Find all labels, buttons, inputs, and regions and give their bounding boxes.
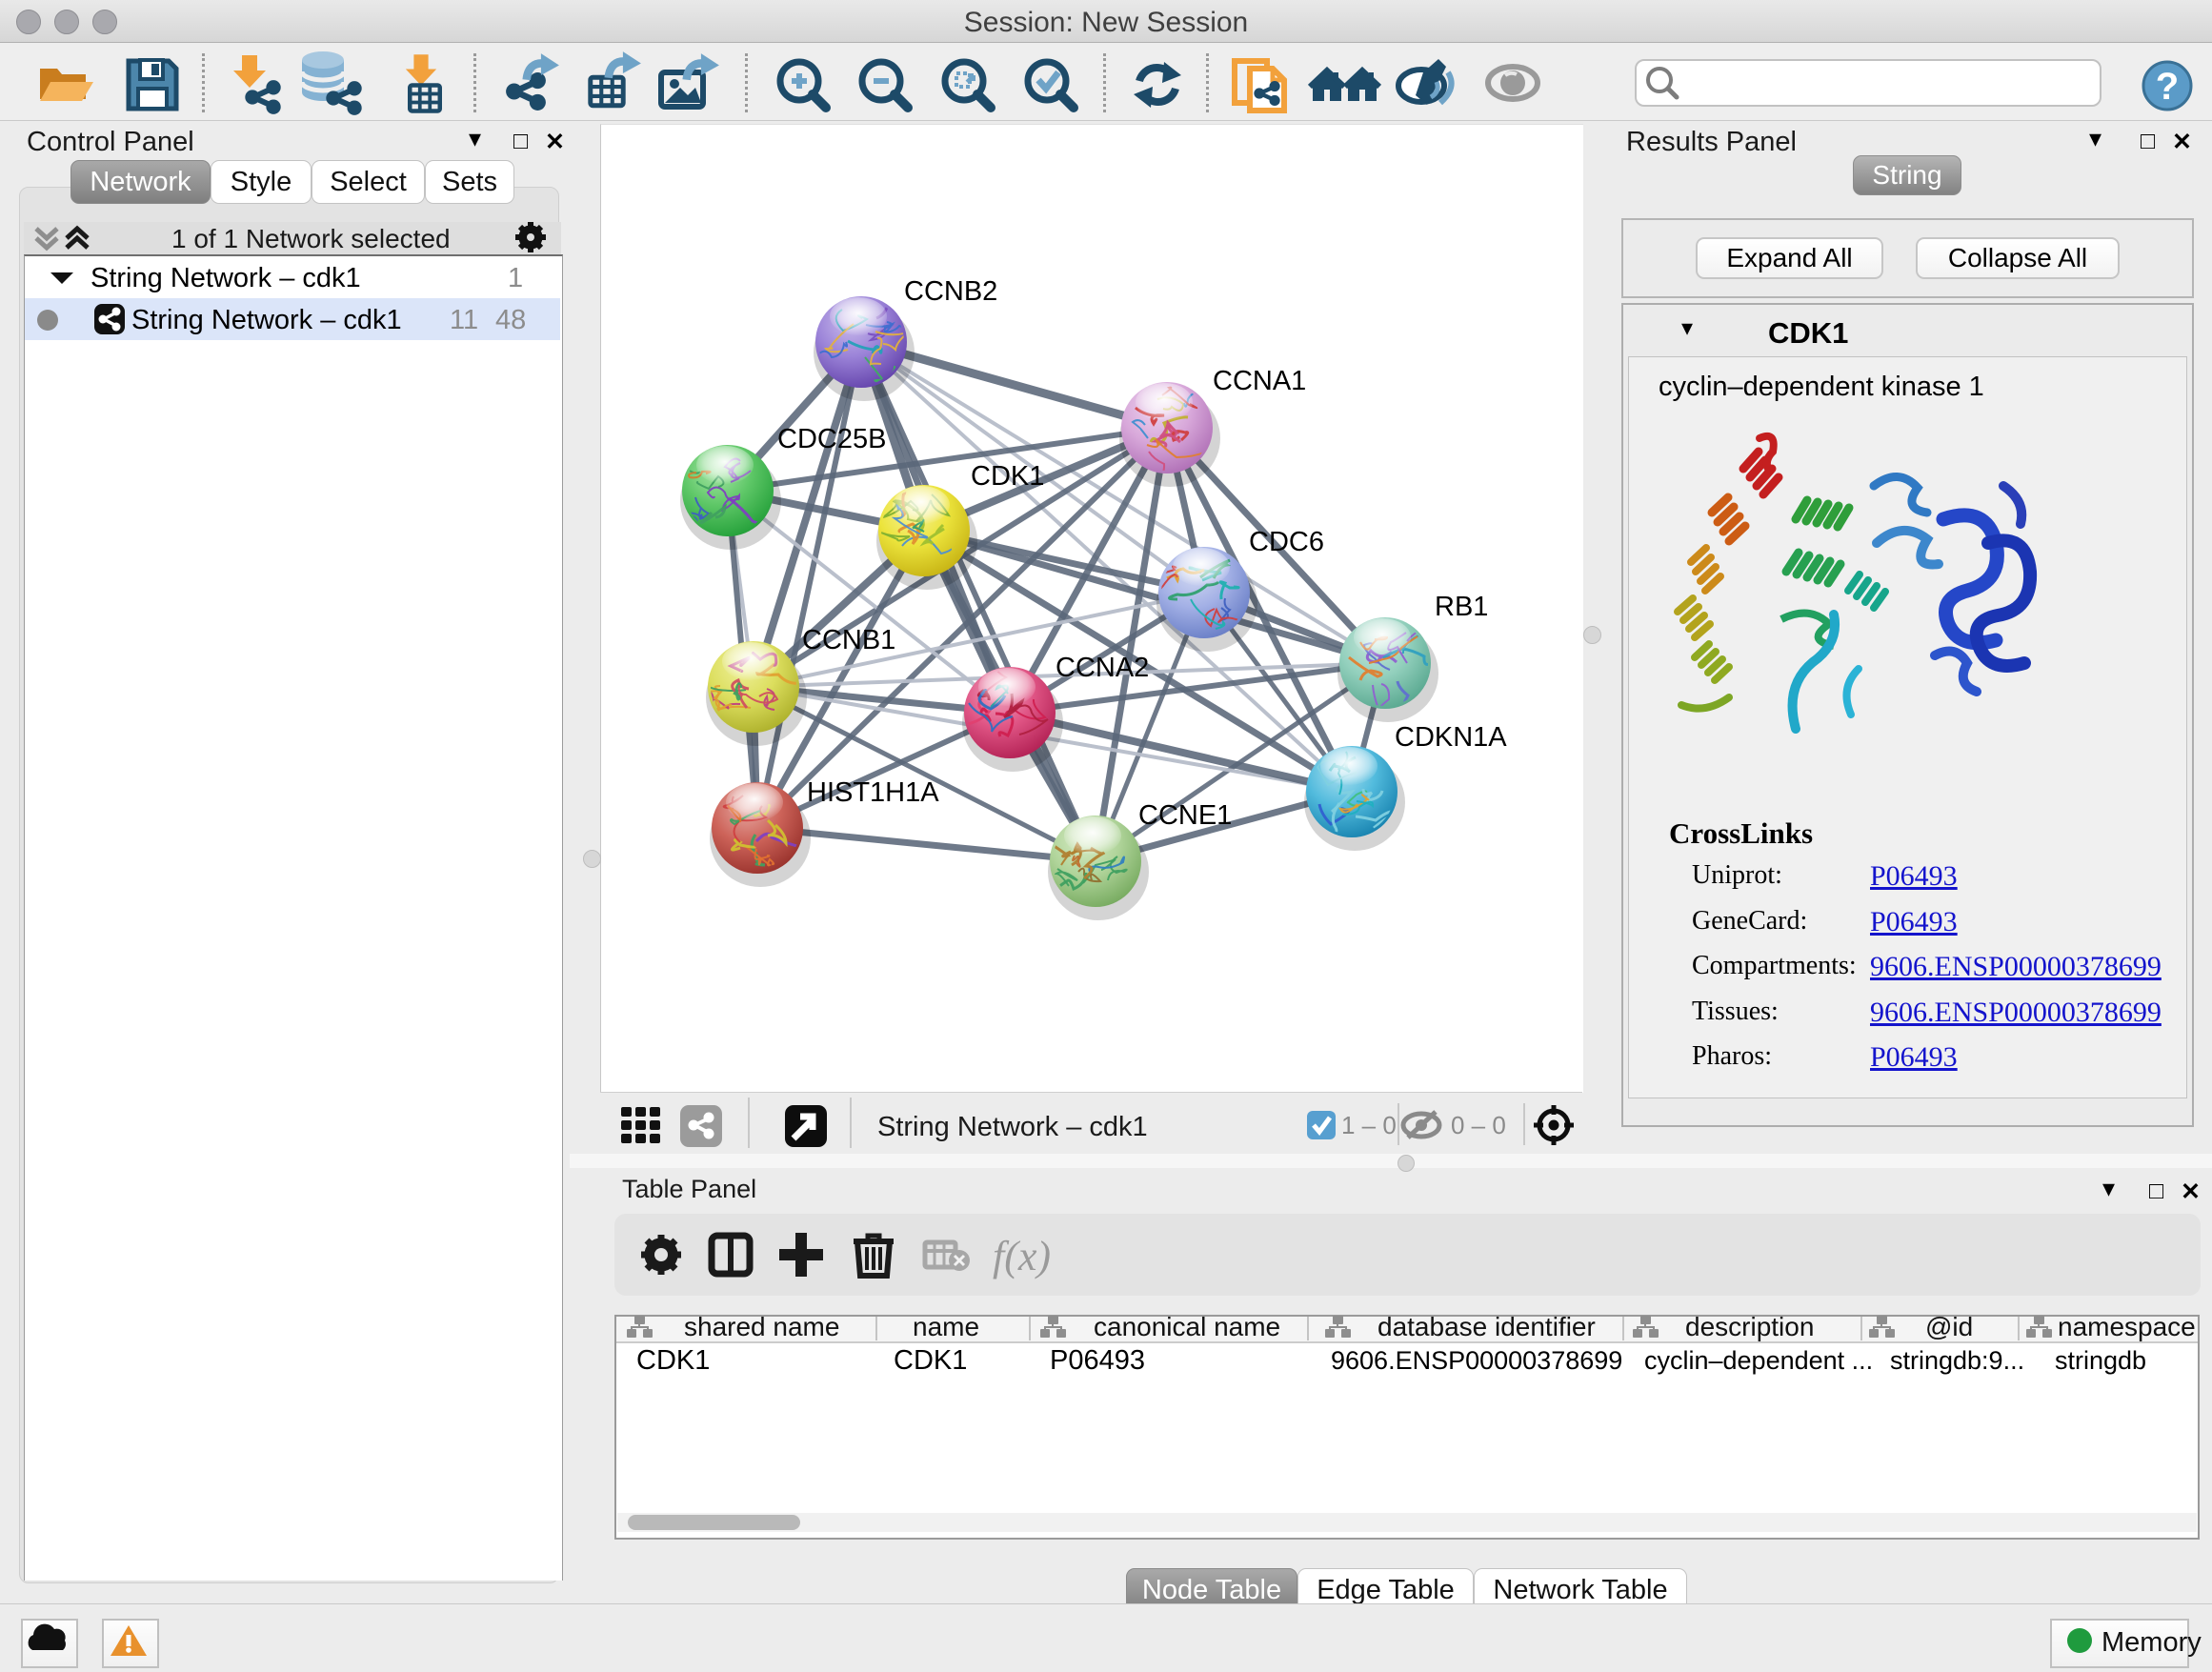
svg-text:name: name [913, 1312, 979, 1341]
svg-text:CCNE1: CCNE1 [1138, 800, 1232, 831]
svg-text:CCNB2: CCNB2 [904, 276, 997, 307]
svg-text:CCNA1: CCNA1 [1213, 366, 1306, 396]
svg-text:HIST1H1A: HIST1H1A [807, 777, 939, 808]
svg-text:CDK1: CDK1 [636, 1345, 710, 1376]
svg-text:cyclin–dependent ...: cyclin–dependent ... [1644, 1346, 1873, 1375]
svg-text:CDKN1A: CDKN1A [1395, 722, 1507, 753]
svg-text:9606.ENSP00000378699: 9606.ENSP00000378699 [1331, 1346, 1622, 1375]
svg-text:String Network – cdk1: String Network – cdk1 [877, 1112, 1148, 1142]
svg-text:1 – 0: 1 – 0 [1341, 1111, 1397, 1139]
svg-text:database identifier: database identifier [1377, 1312, 1596, 1341]
svg-text:CDK1: CDK1 [894, 1345, 967, 1376]
svg-text:Memory: Memory [2101, 1627, 2202, 1658]
svg-text:@id: @id [1925, 1312, 1973, 1341]
svg-text:description: description [1685, 1312, 1814, 1341]
svg-text:canonical name: canonical name [1094, 1312, 1280, 1341]
svg-text:CDC6: CDC6 [1249, 527, 1324, 557]
svg-text:0 – 0: 0 – 0 [1451, 1111, 1506, 1139]
svg-text:stringdb: stringdb [2055, 1346, 2146, 1375]
svg-text:f(x): f(x) [993, 1233, 1051, 1279]
svg-text:stringdb:9...: stringdb:9... [1890, 1346, 2024, 1375]
svg-text:namespace: namespace [2058, 1312, 2196, 1341]
svg-text:CDK1: CDK1 [971, 461, 1044, 492]
svg-text:RB1: RB1 [1435, 592, 1488, 622]
svg-text:CDC25B: CDC25B [777, 424, 886, 454]
svg-text:P06493: P06493 [1050, 1345, 1145, 1376]
svg-text:?: ? [2156, 66, 2179, 108]
svg-text:CCNA2: CCNA2 [1056, 653, 1149, 683]
svg-text:shared name: shared name [684, 1312, 839, 1341]
svg-text:CCNB1: CCNB1 [802, 625, 895, 655]
